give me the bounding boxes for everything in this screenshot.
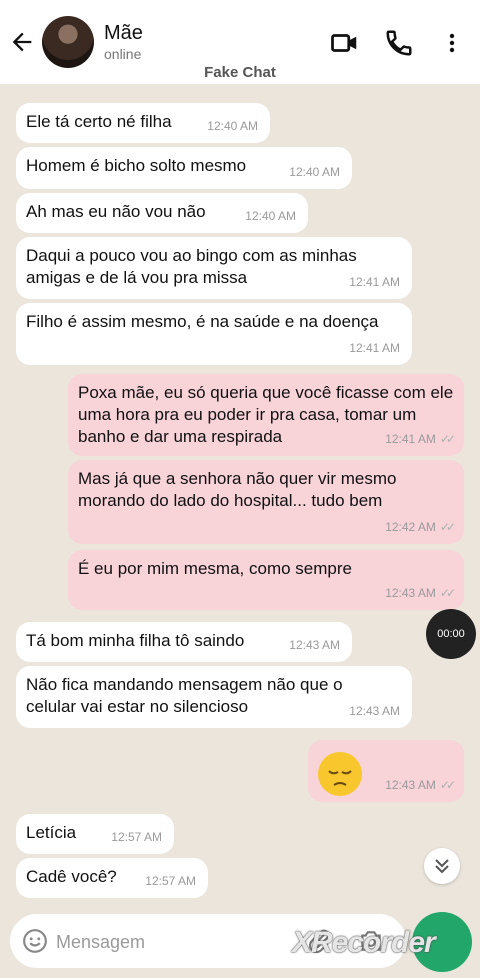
message-input[interactable]: Mensagem [56, 932, 145, 953]
message-bubble[interactable]: Tá bom minha filha tô saindo 12:43 AM [16, 622, 352, 662]
more-options-icon[interactable] [440, 28, 464, 58]
message-time: 12:41 AM [349, 341, 400, 355]
message-text: Filho é assim mesmo, é na saúde e na doe… [26, 312, 379, 331]
message-time: 12:43 AM [289, 638, 340, 652]
message-text: Não fica mandando mensagem não que o cel… [26, 675, 343, 716]
message-time: 12:41 AM [349, 275, 400, 289]
message-time: 12:57 AM [111, 830, 162, 844]
message-text: Daqui a pouco vou ao bingo com as minhas… [26, 246, 357, 287]
scroll-down-icon[interactable] [424, 848, 460, 884]
watermark: XRecorder [292, 926, 436, 959]
message-bubble[interactable]: Letícia 12:57 AM [16, 814, 174, 854]
back-arrow-icon[interactable] [8, 28, 36, 56]
message-bubble[interactable]: Ah mas eu não vou não 12:40 AM [16, 193, 308, 233]
message-bubble[interactable]: Homem é bicho solto mesmo 12:40 AM [16, 147, 352, 189]
recording-timer[interactable]: 00:00 [426, 609, 476, 659]
chat-area: Ele tá certo né filha 12:40 AM Homem é b… [0, 84, 480, 904]
video-call-icon[interactable] [330, 28, 360, 58]
pensive-face-emoji-icon [318, 752, 362, 796]
message-bubble[interactable]: É eu por mim mesma, como sempre 12:43 AM… [68, 550, 464, 610]
read-ticks-icon: ✓✓ [439, 432, 456, 446]
message-bubble[interactable]: Mas já que a senhora não quer vir mesmo … [68, 460, 464, 544]
message-time: 12:43 AM ✓✓ [385, 774, 456, 796]
message-time: 12:57 AM [145, 874, 196, 888]
contact-status: online [104, 46, 142, 62]
message-time: 12:41 AM ✓✓ [385, 428, 456, 450]
fake-chat-label: Fake Chat [204, 64, 276, 81]
message-time: 12:42 AM ✓✓ [385, 516, 456, 538]
message-time: 12:43 AM [349, 704, 400, 718]
message-text: Mas já que a senhora não quer vir mesmo … [78, 469, 397, 510]
message-bubble[interactable]: Ele tá certo né filha 12:40 AM [16, 103, 270, 143]
message-time: 12:40 AM [207, 119, 258, 133]
phone-call-icon[interactable] [384, 28, 414, 58]
avatar[interactable] [42, 16, 94, 68]
message-time: 12:40 AM [245, 209, 296, 223]
read-ticks-icon: ✓✓ [439, 586, 456, 600]
message-time: 12:40 AM [289, 165, 340, 179]
read-ticks-icon: ✓✓ [439, 520, 456, 534]
read-ticks-icon: ✓✓ [439, 778, 456, 792]
message-bubble[interactable]: Poxa mãe, eu só queria que você ficasse … [68, 374, 464, 456]
message-time: 12:43 AM ✓✓ [385, 582, 456, 604]
contact-name[interactable]: Mãe [104, 22, 143, 45]
emoji-icon[interactable] [22, 928, 48, 954]
message-text: É eu por mim mesma, como sempre [78, 559, 352, 578]
message-bubble[interactable]: Não fica mandando mensagem não que o cel… [16, 666, 412, 728]
message-bubble[interactable]: Cadê você? 12:57 AM [16, 858, 208, 898]
message-bubble[interactable]: Filho é assim mesmo, é na saúde e na doe… [16, 303, 412, 365]
message-bubble[interactable]: Daqui a pouco vou ao bingo com as minhas… [16, 237, 412, 299]
